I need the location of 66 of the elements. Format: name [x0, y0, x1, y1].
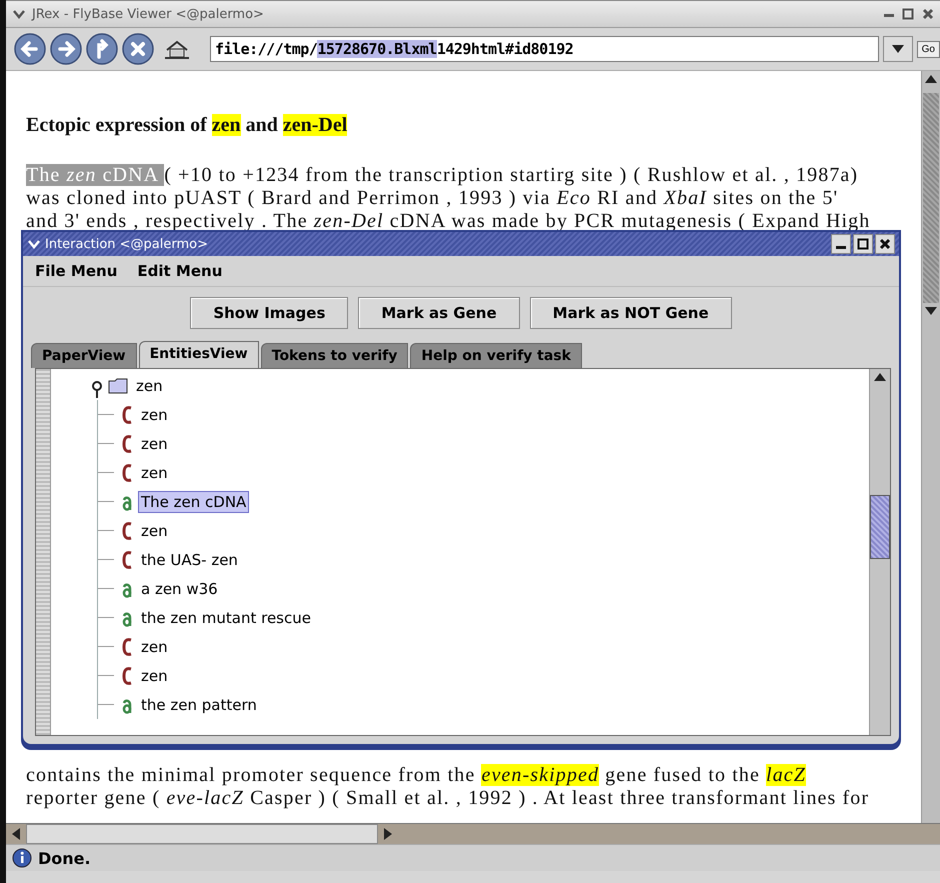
tree-item[interactable]: a zen w36 [138, 578, 221, 600]
status-text: Done. [38, 848, 91, 868]
close-icon [879, 238, 891, 250]
scroll-up-icon [874, 373, 886, 381]
go-button[interactable]: Go [916, 40, 940, 58]
dialog-title: Interaction <@palermo> [45, 236, 210, 252]
tab[interactable]: Tokens to verify [260, 343, 408, 368]
scrollbar-thumb[interactable] [26, 824, 378, 844]
chevron-icon [27, 239, 41, 249]
text-line: The zen cDNA ( +10 to +1234 from the transcription startirg site ) ( Rushlow et al. , 1987a) [26, 164, 860, 187]
class-icon [121, 404, 133, 424]
maximize-icon [902, 8, 914, 20]
tree-item[interactable]: the UAS- zen [138, 548, 241, 570]
action-button[interactable]: Mark as NOT Gene [530, 297, 732, 329]
tab[interactable]: EntitiesView [138, 341, 259, 368]
window-title: JRex - FlyBase Viewer <@palermo> [32, 6, 265, 22]
class-icon [121, 666, 133, 686]
class-icon [121, 550, 133, 570]
tree-item[interactable]: zen [133, 374, 166, 396]
class-icon [121, 434, 133, 454]
tree-item[interactable]: The zen cDNA [138, 490, 250, 512]
splitter-handle[interactable] [36, 369, 51, 735]
scrollbar-thumb[interactable] [870, 495, 890, 559]
menu-item[interactable]: File Menu [35, 262, 118, 280]
vertical-scrollbar[interactable] [921, 71, 940, 823]
minimize-icon [884, 14, 894, 17]
tree-item[interactable]: zen [138, 664, 171, 686]
tree-toggle-icon[interactable] [91, 380, 103, 398]
class-icon [121, 520, 133, 540]
close-icon [922, 8, 934, 20]
tree-item[interactable]: zen [138, 636, 171, 658]
section-heading: Ectopic expression of zen and zen-Del [26, 114, 348, 137]
scroll-up-icon [925, 75, 937, 83]
text-line: and 3' ends , respectively . The zen-Del cDNA was made by PCR mutagenesis ( Expand High [26, 210, 872, 233]
scroll-down-icon [925, 307, 937, 315]
tab[interactable]: PaperView [31, 343, 137, 368]
action-button[interactable]: Show Images [190, 297, 348, 329]
scrollbar-thumb[interactable] [923, 93, 939, 303]
tree-item[interactable]: zen [138, 404, 171, 426]
house-icon[interactable] [164, 38, 190, 60]
dropdown-caret-icon [892, 45, 904, 53]
folder-icon [108, 378, 128, 394]
tree-item[interactable]: the zen mutant rescue [138, 606, 314, 628]
chevron-icon [12, 9, 26, 19]
stop-icon[interactable] [122, 33, 154, 65]
tree-scrollbar[interactable] [869, 369, 890, 735]
maximize-icon [857, 238, 869, 250]
class-icon [121, 462, 133, 482]
scroll-right-icon [384, 828, 392, 840]
tree-item[interactable]: zen [138, 462, 171, 484]
horizontal-scrollbar[interactable] [6, 823, 940, 844]
action-button[interactable]: Mark as Gene [358, 297, 520, 329]
menu-item[interactable]: Edit Menu [137, 262, 222, 280]
tab[interactable]: Help on verify task [410, 343, 582, 368]
scroll-left-icon [12, 828, 20, 840]
text-line: reporter gene ( eve-lacZ Casper ) ( Small et al. , 1992 ) . At least three transformant lines for [26, 787, 870, 810]
minimize-icon [836, 246, 846, 248]
info-icon [12, 848, 32, 868]
tree-item[interactable]: zen [138, 520, 171, 542]
text-line: was cloned into pUAST ( Brard and Perrimon , 1993 ) via Eco RI and XbaI sites on the 5' [26, 187, 840, 210]
url-field[interactable]: file:///tmp/15728670.Blxml1429html#id80192 [210, 36, 879, 62]
tree-item[interactable]: zen [138, 432, 171, 454]
text-line: contains the minimal promoter sequence from the even-skipped gene fused to the lacZ [26, 764, 807, 787]
class-icon [121, 636, 133, 656]
tree-item[interactable]: the zen pattern [138, 694, 260, 716]
reload-icon[interactable] [86, 33, 118, 65]
